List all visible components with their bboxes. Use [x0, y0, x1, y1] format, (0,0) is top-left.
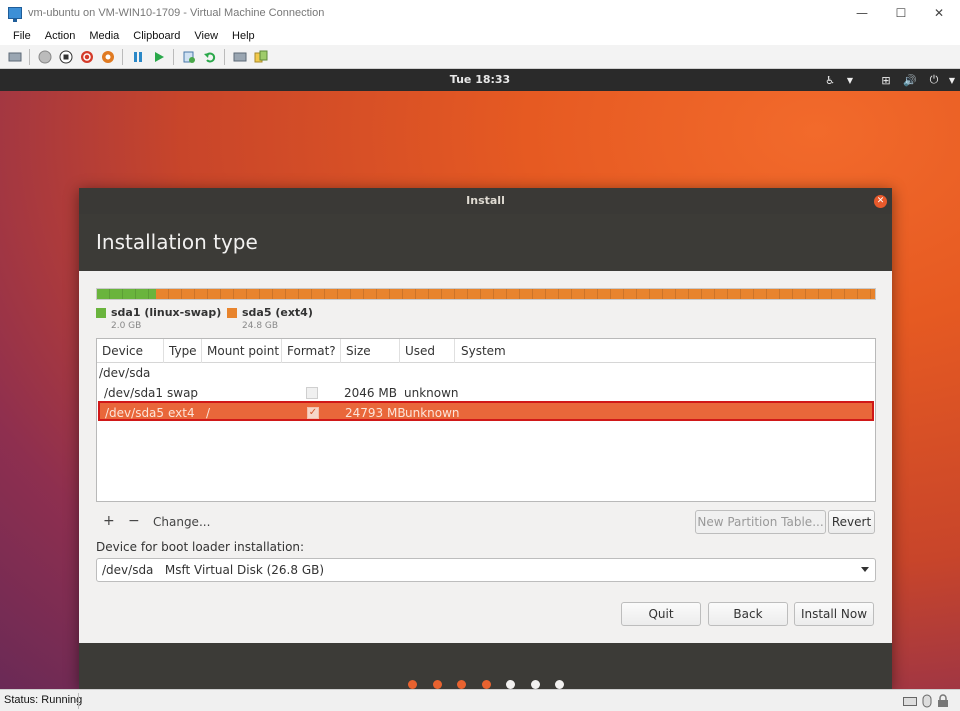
- cell-device: /dev/sda1: [104, 386, 164, 400]
- column-format[interactable]: Format?: [287, 344, 336, 358]
- close-button[interactable]: ✕: [921, 0, 957, 26]
- clock[interactable]: Tue 18:33: [0, 73, 960, 86]
- table-header: Device Type Mount point Format? Size Use…: [97, 339, 875, 363]
- progress-dot: [530, 680, 540, 689]
- progress-dot: [506, 680, 515, 689]
- maximize-button[interactable]: ☐: [883, 0, 919, 26]
- progress-dots: [0, 680, 960, 689]
- progress-dot: [457, 680, 466, 689]
- column-used[interactable]: Used: [405, 344, 435, 358]
- boot-loader-value: /dev/sda Msft Virtual Disk (26.8 GB): [102, 563, 325, 577]
- menu-help[interactable]: Help: [232, 30, 255, 42]
- legend-swatch-sda1: [96, 308, 106, 318]
- progress-dot: [555, 680, 564, 689]
- power-icon[interactable]: ⏻: [926, 72, 942, 88]
- menu-view[interactable]: View: [194, 30, 218, 42]
- back-button[interactable]: Back: [708, 602, 788, 626]
- progress-dot: [432, 680, 442, 689]
- partition-segment-sda1: [97, 289, 157, 299]
- window-titlebar: vm-ubuntu on VM-WIN10-1709 - Virtual Mac…: [0, 0, 960, 26]
- resume-icon[interactable]: [151, 49, 167, 65]
- table-row[interactable]: /dev/sda1 swap 2046 MB unknown: [97, 383, 875, 403]
- cell-type: swap: [167, 386, 199, 400]
- revert-icon[interactable]: [202, 49, 218, 65]
- column-type[interactable]: Type: [169, 344, 197, 358]
- window-title: vm-ubuntu on VM-WIN10-1709 - Virtual Mac…: [28, 7, 325, 19]
- menu-bar: File Action Media Clipboard View Help: [0, 26, 960, 45]
- installer-window: Install ✕ Installation type sda1 (linux-…: [79, 188, 892, 689]
- enhanced-session-icon[interactable]: [232, 49, 248, 65]
- progress-dot: [481, 680, 491, 689]
- menu-action[interactable]: Action: [45, 30, 76, 42]
- partition-bar: [96, 288, 876, 300]
- checkpoint-icon[interactable]: [181, 49, 197, 65]
- legend-label: sda1 (linux-swap): [111, 306, 222, 319]
- quit-button[interactable]: Quit: [621, 602, 701, 626]
- cell-size: 2046 MB: [344, 386, 397, 400]
- network-icon[interactable]: ⊞: [878, 72, 894, 88]
- menu-clipboard[interactable]: Clipboard: [133, 30, 180, 42]
- table-row-selected[interactable]: /dev/sda5 ext4 / ✓ 24793 MB unknown: [98, 401, 874, 421]
- legend-swatch-sda5: [227, 308, 237, 318]
- device-group-label: /dev/sda: [99, 366, 151, 380]
- remove-partition-button[interactable]: −: [128, 513, 140, 529]
- lock-icon: [936, 694, 950, 708]
- progress-dot: [408, 680, 417, 689]
- chevron-down-icon[interactable]: ▼: [842, 72, 858, 88]
- column-mount-point[interactable]: Mount point: [207, 344, 279, 358]
- keyboard-icon: [903, 694, 917, 708]
- minimize-button[interactable]: —: [844, 0, 880, 26]
- dropdown-arrow-icon: [861, 567, 869, 572]
- page-title: Installation type: [96, 230, 258, 254]
- column-system[interactable]: System: [461, 344, 506, 358]
- legend-size: 2.0 GB: [111, 321, 142, 331]
- table-row-group[interactable]: /dev/sda: [97, 363, 875, 383]
- mouse-icon: [920, 694, 934, 708]
- ubuntu-desktop: Tue 18:33 ♿ ▼ ⊞ 🔊 ⏻ ▼ Install ✕ Installa…: [0, 69, 960, 689]
- vm-connection-icon: [8, 7, 22, 22]
- volume-icon[interactable]: 🔊: [902, 72, 918, 88]
- turn-off-icon[interactable]: [58, 49, 74, 65]
- install-now-button[interactable]: Install Now: [794, 602, 874, 626]
- new-partition-table-button[interactable]: New Partition Table...: [695, 510, 826, 534]
- add-partition-button[interactable]: +: [103, 513, 115, 529]
- format-checkbox[interactable]: [306, 387, 318, 399]
- shut-down-icon[interactable]: [79, 49, 95, 65]
- installer-header: Installation type: [79, 214, 892, 271]
- cell-mount: /: [206, 406, 211, 420]
- legend-label: sda5 (ext4): [242, 306, 313, 319]
- partition-actions: + − Change... New Partition Table... Rev…: [96, 510, 876, 534]
- boot-loader-label: Device for boot loader installation:: [96, 540, 305, 554]
- menu-file[interactable]: File: [13, 30, 31, 42]
- toolbar: [0, 45, 960, 69]
- boot-loader-select[interactable]: /dev/sda Msft Virtual Disk (26.8 GB): [96, 558, 876, 582]
- installer-titlebar: Install: [79, 188, 892, 214]
- accessibility-icon[interactable]: ♿: [822, 72, 838, 88]
- cell-used: unknown: [404, 386, 459, 400]
- power-menu-chevron-icon[interactable]: ▼: [944, 72, 960, 88]
- revert-button[interactable]: Revert: [828, 510, 875, 534]
- change-partition-button[interactable]: Change...: [153, 515, 210, 529]
- close-icon[interactable]: ✕: [874, 195, 887, 208]
- partition-table[interactable]: Device Type Mount point Format? Size Use…: [96, 338, 876, 502]
- cell-used: unknown: [405, 406, 460, 420]
- column-device[interactable]: Device: [102, 344, 143, 358]
- ubuntu-top-bar: Tue 18:33 ♿ ▼ ⊞ 🔊 ⏻ ▼: [0, 69, 960, 91]
- status-bar: Status: Running: [0, 689, 960, 711]
- cell-type: ext4: [168, 406, 195, 420]
- start-icon[interactable]: [37, 49, 53, 65]
- cell-size: 24793 MB: [345, 406, 406, 420]
- menu-media[interactable]: Media: [89, 30, 119, 42]
- pause-icon[interactable]: [130, 49, 146, 65]
- cell-device: /dev/sda5: [105, 406, 165, 420]
- ctrl-alt-del-icon[interactable]: [7, 49, 23, 65]
- save-icon[interactable]: [100, 49, 116, 65]
- status-text: Status: Running: [4, 694, 83, 706]
- legend-size: 24.8 GB: [242, 321, 279, 331]
- format-checkbox-checked[interactable]: ✓: [307, 407, 319, 419]
- column-size[interactable]: Size: [346, 344, 371, 358]
- partition-segment-sda5: [156, 289, 875, 299]
- share-icon[interactable]: [253, 49, 269, 65]
